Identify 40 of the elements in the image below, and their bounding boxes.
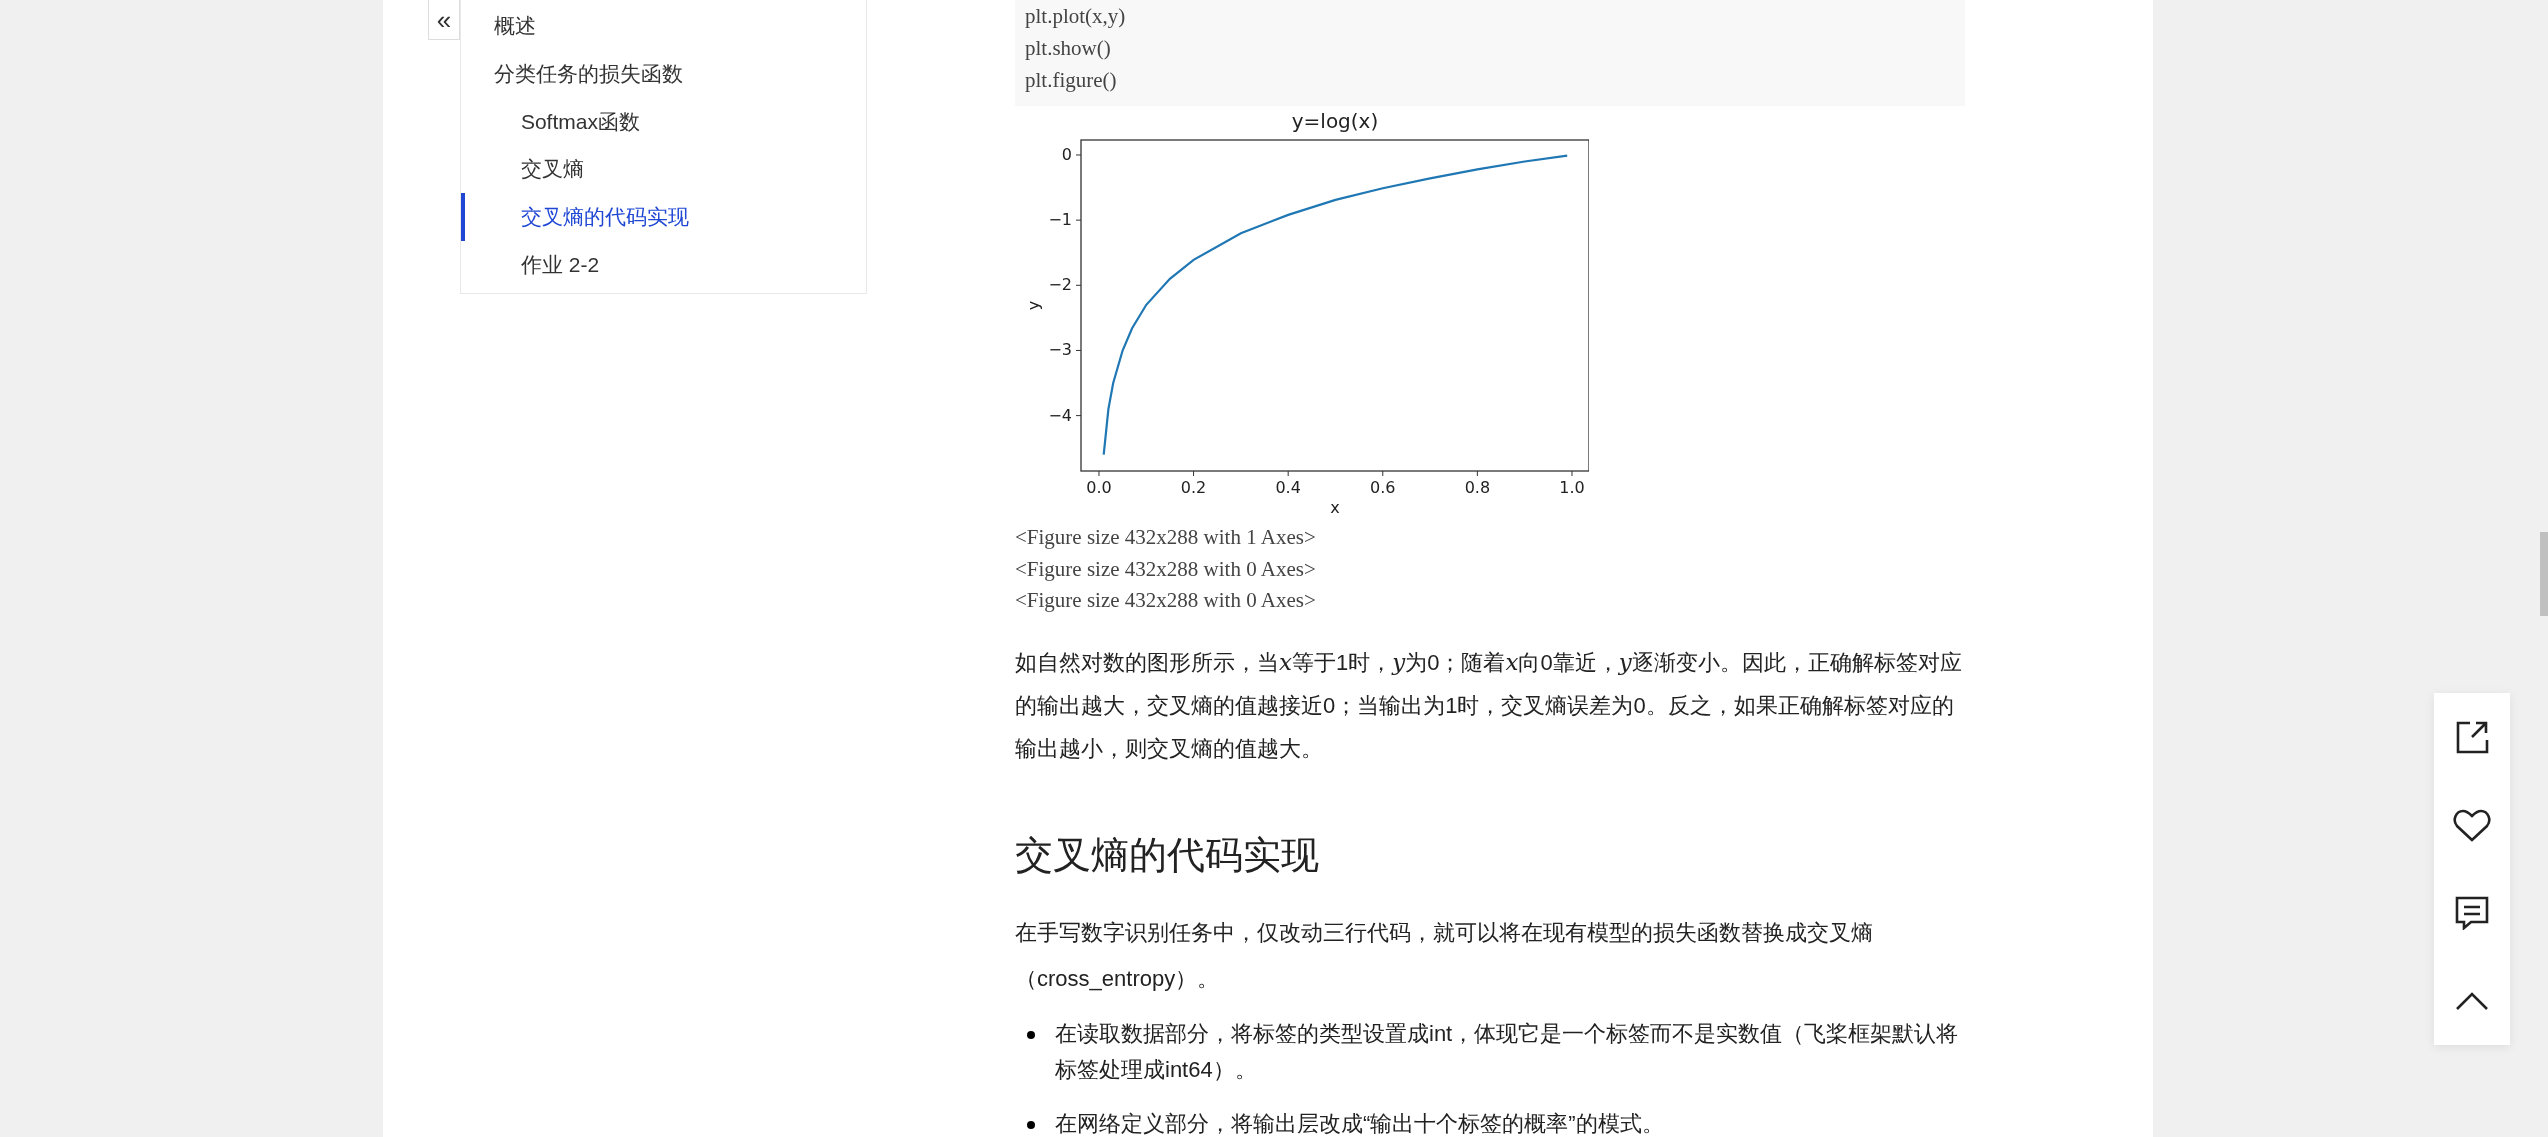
code-line: plt.figure() [1025, 67, 1118, 94]
x-tick-label: 1.0 [1559, 478, 1585, 497]
toc-item[interactable]: Softmax函数 [460, 97, 866, 146]
x-tick-label: 0.0 [1086, 478, 1112, 497]
share-button[interactable] [2434, 693, 2510, 781]
y-tick-label: −1 [1048, 210, 1072, 230]
output-line: <Figure size 432x288 with 0 Axes> [1015, 555, 1317, 583]
heart-icon [2453, 808, 2491, 842]
x-tick-label: 0.4 [1275, 478, 1301, 497]
toc-item[interactable]: 分类任务的损失函数 [460, 49, 866, 98]
y-tick-label: −2 [1048, 275, 1072, 295]
bullet-icon [1027, 1030, 1035, 1039]
scrollbar-thumb[interactable] [2540, 532, 2548, 616]
code-line: plt.show() [1025, 35, 1112, 62]
toc-item[interactable]: 作业 2-2 [460, 241, 866, 289]
bullet-icon [1027, 1120, 1035, 1129]
toc-item[interactable]: 交叉熵的代码实现 [460, 193, 866, 241]
toc-item[interactable]: 概述 [460, 2, 866, 50]
x-tick-label: 0.6 [1370, 478, 1396, 497]
y-axis-label: y [1024, 300, 1043, 311]
y-tick-label: −3 [1048, 340, 1072, 360]
list-item: 在读取数据部分，将标签的类型设置成int，体现它是一个标签而不是实数值（飞桨框架默认将标签处理成int64）。 [1055, 1019, 1960, 1084]
chart-title: y=log(x) [1291, 109, 1379, 133]
collapse-button[interactable]: « [428, 0, 460, 40]
y-tick-label: −4 [1048, 405, 1072, 425]
code-line: plt.plot(x,y) [1025, 3, 1127, 30]
x-tick-label: 0.8 [1464, 478, 1491, 497]
comment-icon [2455, 896, 2489, 930]
x-tick-label: 0.2 [1180, 478, 1207, 497]
paragraph: 在手写数字识别任务中，仅改动三行代码，就可以将在现有模型的损失函数替换成交叉熵（cross_entropy）。 [1015, 918, 1874, 993]
section-heading: 交叉熵的代码实现 [1015, 832, 1320, 878]
toc-item[interactable]: 交叉熵 [460, 145, 866, 194]
share-icon [2455, 720, 2489, 754]
paragraph: 如自然对数的图形所示，当x等于1时，y为0；随着x向0靠近，y逐渐变小。因此，正确解标签对应的输出越大，交叉熵的值越接近0；当输出为1时，交叉熵误差为0。反之，如果正确解标签对应的输出越小，则交叉熵的值越大。 [1015, 647, 1963, 763]
chevron-up-icon [2455, 991, 2489, 1011]
output-line: <Figure size 432x288 with 1 Axes> [1015, 524, 1317, 551]
x-axis-label: x [1330, 498, 1340, 517]
y-tick-label: 0 [1061, 145, 1072, 164]
list-item: 在网络定义部分，将输出层改成“输出十个标签的概率”的模式。 [1055, 1109, 1665, 1137]
output-line: <Figure size 432x288 with 0 Axes> [1015, 587, 1317, 614]
